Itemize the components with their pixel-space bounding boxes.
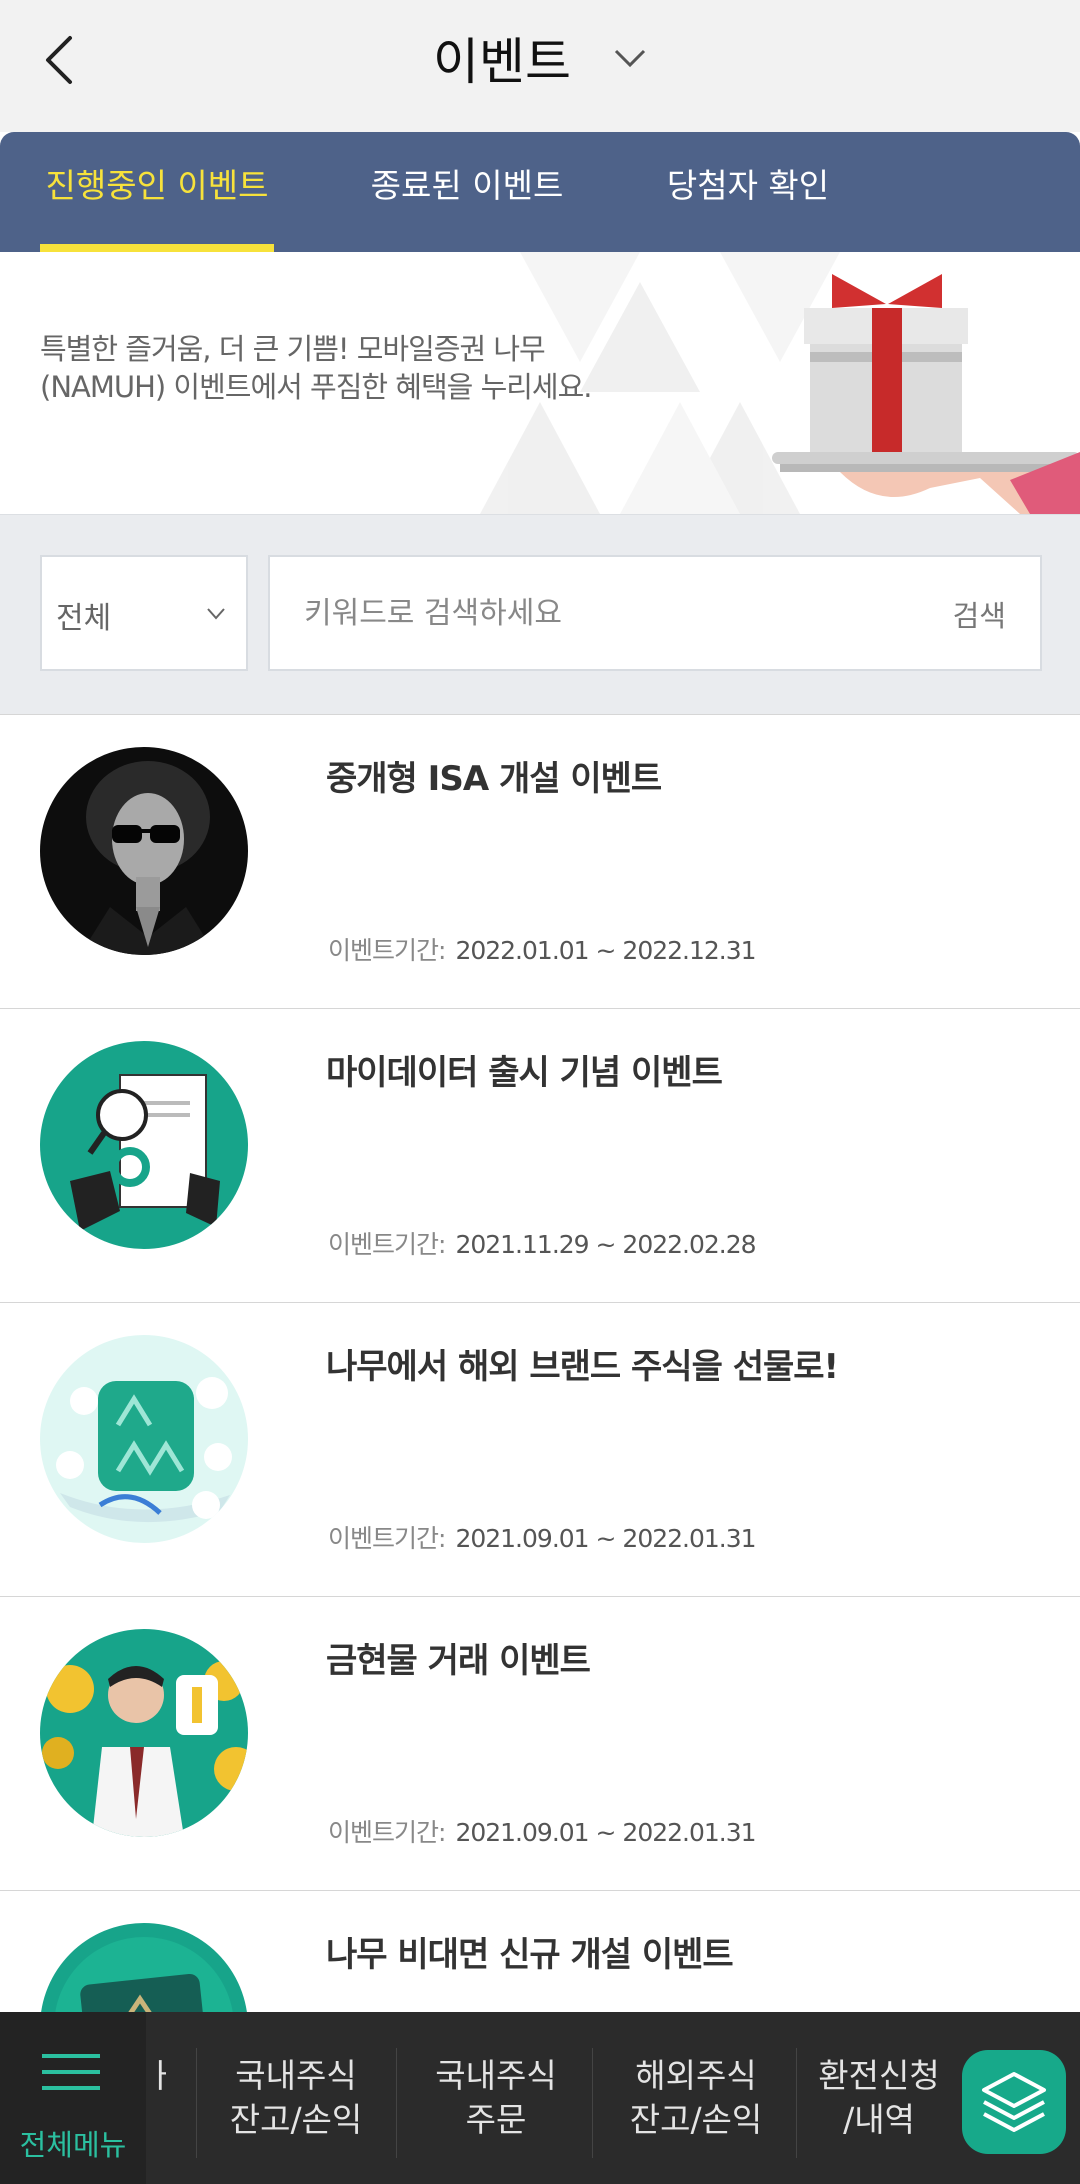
event-title: 나무에서 해외 브랜드 주식을 선물로! — [326, 1347, 839, 1387]
event-period: 이벤트기간: 2021.09.01 ~ 2022.01.31 — [328, 1524, 757, 1553]
event-title: 금현물 거래 이벤트 — [326, 1641, 591, 1681]
tab-winners[interactable]: 당첨자 확인 — [660, 132, 836, 252]
event-thumbnail — [40, 747, 248, 955]
event-title: 중개형 ISA 개설 이벤트 — [326, 759, 662, 799]
app-header: 이벤트 — [0, 0, 1080, 132]
bottom-navigation: 전체메뉴 ㅏ 국내주식 잔고/손익 국내주식 주문 해외주식 잔고/손익 환전신… — [0, 2012, 1080, 2184]
filter-value: 전체 — [56, 601, 112, 636]
chevron-down-icon — [207, 608, 225, 620]
chevron-down-icon — [614, 49, 646, 68]
event-period: 이벤트기간: 2022.01.01 ~ 2022.12.31 — [328, 936, 757, 965]
nav-item-partial[interactable]: ㅏ — [146, 2012, 166, 2184]
list-item[interactable]: 금현물 거래 이벤트 이벤트기간: 2021.09.01 ~ 2022.01.31 — [0, 1596, 1080, 1890]
layers-floating-button[interactable] — [962, 2050, 1066, 2154]
event-period: 이벤트기간: 2021.11.29 ~ 2022.02.28 — [328, 1230, 757, 1259]
hamburger-menu-icon — [42, 2054, 100, 2090]
nav-item-domestic-balance[interactable]: 국내주식 잔고/손익 — [196, 2012, 396, 2184]
banner-description: 특별한 즐거움, 더 큰 기쁨! 모바일증권 나무 (NAMUH) 이벤트에서 … — [40, 332, 593, 404]
event-thumbnail — [40, 1041, 248, 1249]
list-item[interactable]: 중개형 ISA 개설 이벤트 이벤트기간: 2022.01.01 ~ 2022.1… — [0, 714, 1080, 1008]
tab-ended-events[interactable]: 종료된 이벤트 — [356, 132, 578, 252]
event-title: 마이데이터 출시 기념 이벤트 — [326, 1053, 723, 1093]
event-thumbnail — [40, 1335, 248, 1543]
event-list: 중개형 ISA 개설 이벤트 이벤트기간: 2022.01.01 ~ 2022.1… — [0, 714, 1080, 2184]
page-title-dropdown[interactable]: 이벤트 — [0, 22, 1080, 94]
list-item[interactable]: 나무에서 해외 브랜드 주식을 선물로! 이벤트기간: 2021.09.01 ~ … — [0, 1302, 1080, 1596]
layers-icon — [982, 2072, 1046, 2132]
list-item[interactable]: 마이데이터 출시 기념 이벤트 이벤트기간: 2021.11.29 ~ 2022.… — [0, 1008, 1080, 1302]
nav-item-exchange[interactable]: 환전신청 /내역 — [796, 2012, 962, 2184]
search-area: 전체 검색 — [0, 514, 1080, 714]
nav-divider — [592, 2048, 593, 2158]
all-menu-button[interactable]: 전체메뉴 — [0, 2012, 146, 2184]
event-banner: 특별한 즐거움, 더 큰 기쁨! 모바일증권 나무 (NAMUH) 이벤트에서 … — [0, 252, 1080, 514]
page-title: 이벤트 — [433, 33, 572, 91]
tab-ongoing-events[interactable]: 진행중인 이벤트 — [40, 132, 274, 252]
nav-item-domestic-order[interactable]: 국내주식 주문 — [396, 2012, 596, 2184]
search-input[interactable] — [304, 591, 864, 635]
event-tabs: 진행중인 이벤트 종료된 이벤트 당첨자 확인 — [0, 132, 1080, 252]
event-thumbnail — [40, 1629, 248, 1837]
nav-item-overseas-balance[interactable]: 해외주식 잔고/손익 — [596, 2012, 796, 2184]
search-box: 검색 — [268, 555, 1042, 671]
active-tab-indicator — [40, 244, 274, 252]
event-title: 나무 비대면 신규 개설 이벤트 — [326, 1935, 734, 1975]
all-menu-label: 전체메뉴 — [19, 2128, 127, 2162]
category-filter-select[interactable]: 전체 — [40, 555, 248, 671]
search-button[interactable]: 검색 — [953, 593, 1006, 635]
event-period: 이벤트기간: 2021.09.01 ~ 2022.01.31 — [328, 1818, 757, 1847]
